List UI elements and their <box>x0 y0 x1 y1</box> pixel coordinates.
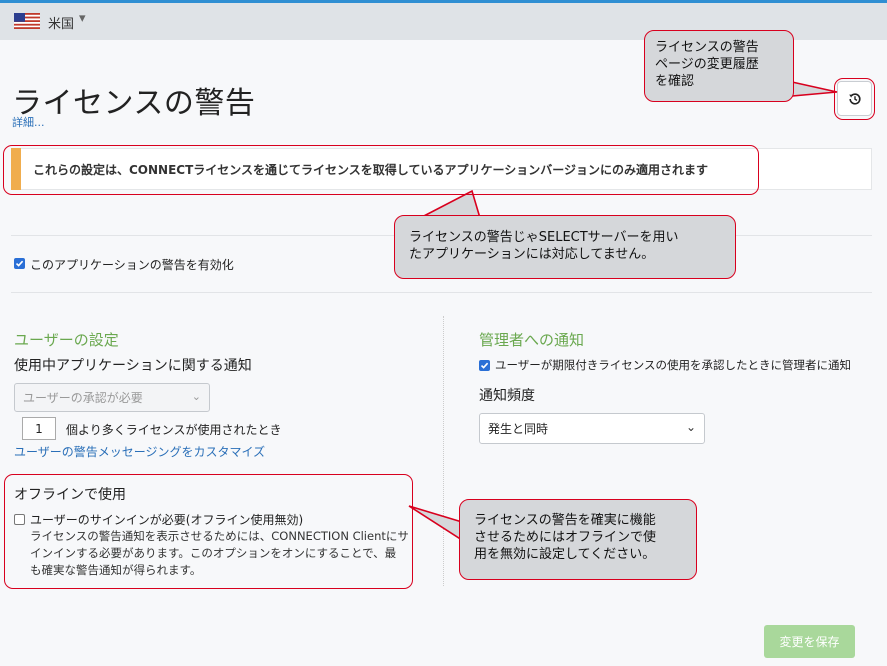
callout-select-server: ライセンスの警告じゃSELECTサーバーを用い たアプリケーションには対応してま… <box>394 215 736 279</box>
callout-history: ライセンスの警告 ページの変更履歴 を確認 <box>644 30 794 102</box>
callout-offline: ライセンスの警告を確実に機能 させるためにはオフラインで使 用を無効に設定してく… <box>459 499 697 580</box>
callout-line: 用を無効に設定してください。 <box>474 547 656 562</box>
callout-line: を確認 <box>655 74 695 89</box>
callout-line: たアプリケーションには対応してません。 <box>409 247 655 262</box>
callout-line: ライセンスの警告じゃSELECTサーバーを用い <box>409 230 679 245</box>
callout-line: ライセンスの警告を確実に機能 <box>474 513 656 528</box>
callout-line: ページの変更履歴 <box>655 57 759 72</box>
callout-line: させるためにはオフラインで使 <box>474 530 657 545</box>
history-highlight-box <box>834 78 875 120</box>
alert-highlight-box <box>3 145 759 195</box>
callout-line: ライセンスの警告 <box>655 40 759 55</box>
